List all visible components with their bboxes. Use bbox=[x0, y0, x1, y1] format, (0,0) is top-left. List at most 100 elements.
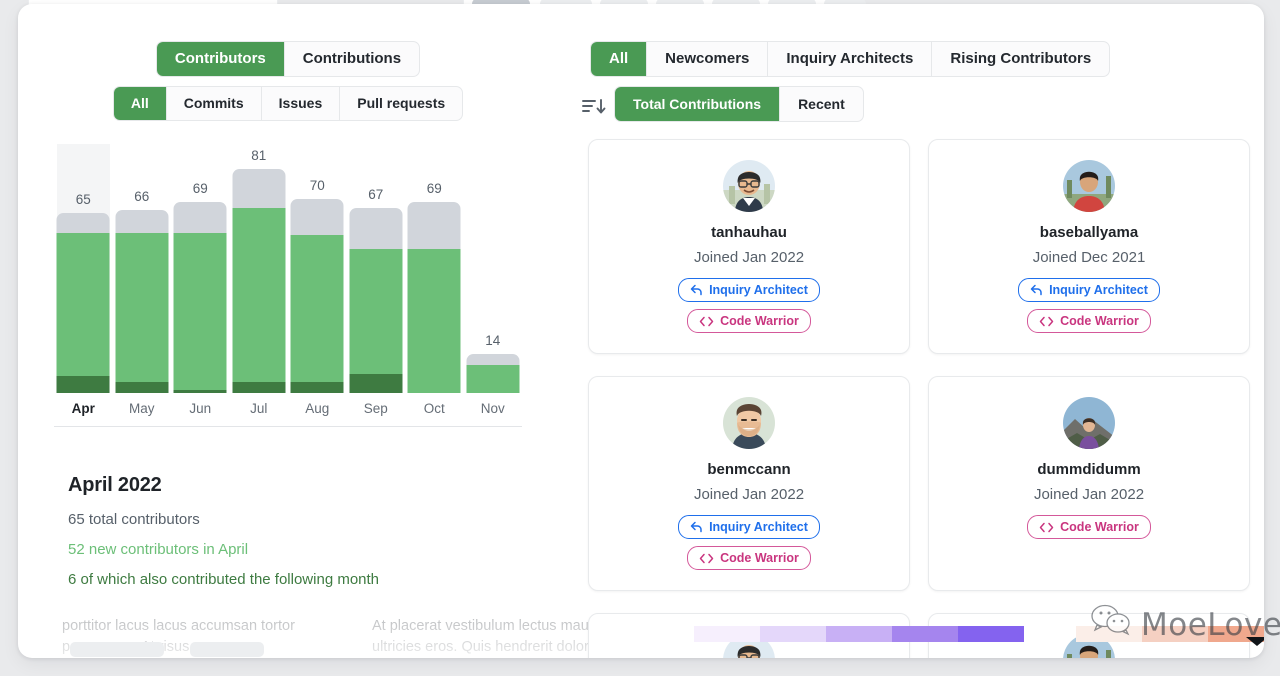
chart-bar-segment-retained bbox=[291, 382, 344, 393]
filter-issues[interactable]: Issues bbox=[262, 87, 341, 120]
color-swatch bbox=[958, 626, 1024, 642]
chart-bar-segment-new bbox=[115, 233, 168, 393]
purple-color-scale bbox=[694, 626, 1024, 642]
contributor-joined-date: Joined Jan 2022 bbox=[1034, 486, 1144, 503]
reply-arrow-icon bbox=[690, 284, 703, 296]
left-column: Contributors Contributions All Commits I… bbox=[18, 4, 558, 658]
badge-architect[interactable]: Inquiry Architect bbox=[678, 278, 820, 302]
chart-value-label: 70 bbox=[288, 178, 347, 193]
badge-architect[interactable]: Inquiry Architect bbox=[1018, 278, 1160, 302]
contributor-badges: Inquiry Architect Code Warrior bbox=[678, 278, 820, 333]
category-tabs-group: All Newcomers Inquiry Architects Rising … bbox=[590, 41, 1110, 77]
badge-warrior[interactable]: Code Warrior bbox=[1027, 515, 1151, 539]
chart-bar[interactable] bbox=[466, 354, 519, 393]
chart-bar[interactable] bbox=[174, 202, 227, 393]
chart-column-jul[interactable]: 81Jul bbox=[230, 144, 289, 416]
chart-axis-line bbox=[54, 426, 522, 427]
chart-column-jun[interactable]: 69 Jun bbox=[171, 144, 230, 416]
sort-descending-icon bbox=[581, 96, 607, 116]
chart-column-aug[interactable]: 70 Aug bbox=[288, 144, 347, 416]
wechat-icon bbox=[1090, 604, 1134, 646]
chart-value-label: 81 bbox=[230, 148, 289, 163]
chart-columns: 65 Apr 66 May 69 Jun81Jul70 Aug67Sep69Oct14Nov bbox=[54, 144, 522, 416]
chart-bar[interactable] bbox=[57, 213, 110, 393]
chart-value-label: 67 bbox=[347, 187, 406, 202]
sort-total-contributions[interactable]: Total Contributions bbox=[615, 87, 780, 121]
category-inquiry-architects[interactable]: Inquiry Architects bbox=[768, 42, 932, 76]
chart-bar[interactable] bbox=[408, 202, 461, 393]
avatar bbox=[723, 397, 775, 449]
chart-value-label: 69 bbox=[171, 181, 230, 196]
chart-column-sep[interactable]: 67Sep bbox=[347, 144, 406, 416]
chart-x-label: May bbox=[113, 401, 172, 416]
reply-arrow-icon bbox=[1030, 284, 1043, 296]
primary-tabs: Contributors Contributions bbox=[18, 41, 558, 77]
filter-commits[interactable]: Commits bbox=[167, 87, 262, 120]
chart-bar[interactable] bbox=[349, 208, 402, 393]
contributor-card[interactable]: baseballyama Joined Dec 2021 Inquiry Archi… bbox=[928, 139, 1250, 354]
category-newcomers[interactable]: Newcomers bbox=[647, 42, 768, 76]
chart-bar[interactable] bbox=[232, 169, 285, 393]
primary-tabs-group: Contributors Contributions bbox=[156, 41, 420, 77]
chart-value-label: 66 bbox=[113, 189, 172, 204]
category-all[interactable]: All bbox=[591, 42, 647, 76]
badge-label: Code Warrior bbox=[1060, 314, 1139, 328]
badge-warrior[interactable]: Code Warrior bbox=[1027, 309, 1151, 333]
chart-column-nov[interactable]: 14Nov bbox=[464, 144, 523, 416]
chart-column-apr[interactable]: 65 Apr bbox=[54, 144, 113, 416]
code-brackets-icon bbox=[1039, 522, 1054, 533]
chart-x-label: Jun bbox=[171, 401, 230, 416]
badge-label: Code Warrior bbox=[1060, 520, 1139, 534]
filter-all[interactable]: All bbox=[114, 87, 167, 120]
chart-bar-segment-retained bbox=[349, 374, 402, 393]
contributor-badges: Inquiry Architect Code Warrior bbox=[678, 515, 820, 570]
background-placeholder-bar bbox=[70, 642, 164, 657]
tab-contributions[interactable]: Contributions bbox=[285, 42, 419, 76]
contributor-username[interactable]: baseballyama bbox=[1040, 224, 1138, 241]
color-swatch bbox=[826, 626, 892, 642]
filter-pull-requests[interactable]: Pull requests bbox=[340, 87, 462, 120]
category-tabs: All Newcomers Inquiry Architects Rising … bbox=[590, 41, 1110, 77]
chart-column-may[interactable]: 66 May bbox=[113, 144, 172, 416]
background-placeholder-bar bbox=[190, 642, 264, 657]
contributor-username[interactable]: tanhauhau bbox=[711, 224, 787, 241]
chart-bar-segment-retained bbox=[174, 390, 227, 393]
chart-column-oct[interactable]: 69Oct bbox=[405, 144, 464, 416]
badge-label: Code Warrior bbox=[720, 551, 799, 565]
badge-architect[interactable]: Inquiry Architect bbox=[678, 515, 820, 539]
badge-warrior[interactable]: Code Warrior bbox=[687, 546, 811, 570]
chart-bar-segment-new bbox=[174, 233, 227, 393]
chart-value-label: 65 bbox=[54, 192, 113, 207]
contributor-username[interactable]: benmccann bbox=[707, 461, 790, 478]
badge-label: Inquiry Architect bbox=[709, 283, 808, 297]
chart-x-label: Aug bbox=[288, 401, 347, 416]
badge-label: Inquiry Architect bbox=[1049, 283, 1148, 297]
sort-recent[interactable]: Recent bbox=[780, 87, 863, 121]
chart-value-label: 69 bbox=[405, 181, 464, 196]
chart-bar[interactable] bbox=[115, 210, 168, 393]
chart-bar[interactable] bbox=[291, 199, 344, 393]
chart-bar-segment-new bbox=[291, 235, 344, 393]
category-rising-contributors[interactable]: Rising Contributors bbox=[932, 42, 1109, 76]
chart-x-label: Apr bbox=[54, 401, 113, 416]
contributor-joined-date: Joined Jan 2022 bbox=[694, 486, 804, 503]
badge-warrior[interactable]: Code Warrior bbox=[687, 309, 811, 333]
contributor-username[interactable]: dummdidumm bbox=[1037, 461, 1140, 478]
watermark: MoeLove bbox=[1090, 604, 1280, 646]
tab-contributors[interactable]: Contributors bbox=[157, 42, 285, 76]
avatar bbox=[1063, 397, 1115, 449]
contributor-card[interactable]: benmccann Joined Jan 2022 Inquiry Architec… bbox=[588, 376, 910, 591]
contributor-joined-date: Joined Jan 2022 bbox=[694, 249, 804, 266]
avatar bbox=[723, 160, 775, 212]
contributor-badges: Code Warrior bbox=[1027, 515, 1151, 539]
chart-bar-segment-new bbox=[232, 208, 285, 393]
right-column: All Newcomers Inquiry Architects Rising … bbox=[566, 4, 1264, 658]
contributor-card[interactable]: tanhauhau Joined Jan 2022 Inquiry Architec… bbox=[588, 139, 910, 354]
secondary-tabs-group: All Commits Issues Pull requests bbox=[113, 86, 463, 121]
contributor-card[interactable]: dummdidumm Joined Jan 2022 Code Warrior bbox=[928, 376, 1250, 591]
contributor-badges: Inquiry Architect Code Warrior bbox=[1018, 278, 1160, 333]
code-brackets-icon bbox=[699, 553, 714, 564]
contributors-bar-chart: 65 Apr 66 May 69 Jun81Jul70 Aug67Sep69Oct14Nov bbox=[54, 144, 522, 449]
contributor-joined-date: Joined Dec 2021 bbox=[1033, 249, 1146, 266]
chart-x-label: Nov bbox=[464, 401, 523, 416]
